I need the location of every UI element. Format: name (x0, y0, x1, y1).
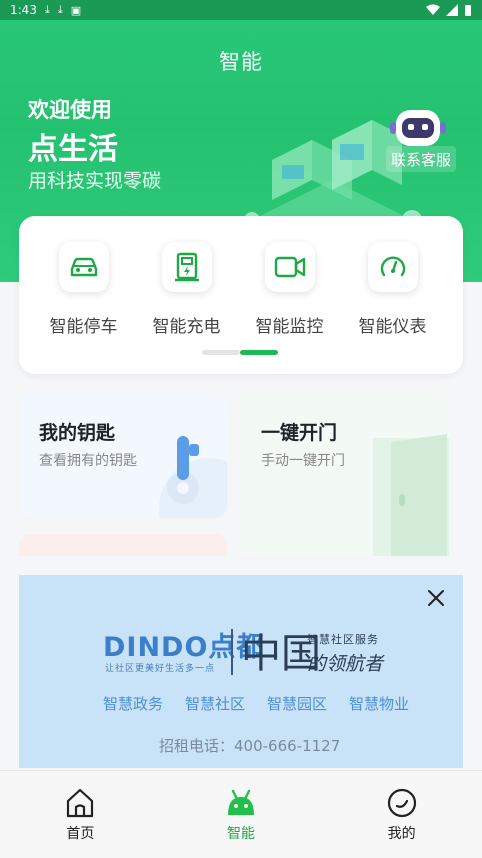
open-door-title: 一键开门 (261, 422, 338, 444)
key-icon (159, 436, 227, 518)
nav-profile-label: 我的 (387, 826, 416, 842)
download-icon: ⤓ (44, 3, 50, 16)
smart-features-card: 智能停车 智能充电 智能监控 智能仪表 (19, 216, 463, 374)
ad-service-links: 智慧政务 智慧社区 智慧园区 智慧物业 (103, 693, 409, 714)
hero-slogan: 用科技实现零碳 (28, 170, 162, 192)
nav-home-label: 首页 (66, 826, 95, 842)
android-robot-icon (228, 789, 254, 815)
feature-smart-charging[interactable]: 智能充电 (135, 242, 238, 337)
hero-welcome: 欢迎使用 (28, 98, 112, 122)
ad-phone: 招租电话：400-666-1127 (159, 737, 341, 755)
charging-station-icon (161, 242, 212, 292)
page-indicator (202, 350, 278, 355)
download-icon: ⤓ (57, 3, 63, 16)
feature-smart-meter[interactable]: 智能仪表 (341, 242, 444, 337)
battery-icon (465, 4, 471, 16)
contact-service-button[interactable]: 联系客服 (386, 146, 456, 172)
open-door-card[interactable]: 一键开门 手动一键开门 (241, 392, 449, 556)
my-keys-subtitle: 查看拥有的钥匙 (39, 453, 137, 469)
door-icon (373, 434, 449, 556)
nav-home[interactable]: 首页 (0, 771, 161, 858)
home-icon (67, 788, 94, 818)
feature-label: 智能充电 (152, 317, 221, 337)
ad-link: 智慧园区 (267, 695, 328, 713)
signal-icon (446, 4, 458, 16)
feature-label: 智能监控 (255, 317, 324, 337)
ad-divider (231, 629, 233, 675)
ad-brand-subtitle: 让社区更美好生活多一点 (105, 664, 216, 674)
feature-smart-parking[interactable]: 智能停车 (32, 242, 135, 337)
hero-brand: 点生活 (28, 132, 118, 167)
car-icon (58, 242, 109, 292)
page-indicator-inactive (202, 350, 240, 355)
clock: 1:43 (10, 3, 37, 17)
nav-profile[interactable]: 我的 (321, 771, 482, 858)
page-title: 智能 (219, 50, 263, 74)
profile-smile-icon (387, 788, 416, 818)
status-bar: 1:43 ⤓ ⤓ ▣ (0, 0, 482, 20)
feature-smart-monitoring[interactable]: 智能监控 (238, 242, 341, 337)
my-keys-card[interactable]: 我的钥匙 查看拥有的钥匙 (19, 392, 227, 518)
ad-link: 智慧政务 (103, 695, 164, 713)
ad-banner[interactable]: DINDO点都 让社区更美好生活多一点 中国 智慧社区服务 的领航者 智慧政务 … (19, 575, 463, 768)
bottom-nav: 首页 智能 我的 (0, 770, 482, 858)
feature-label: 智能停车 (49, 317, 118, 337)
gauge-icon (367, 242, 418, 292)
page-indicator-active (240, 350, 278, 355)
nav-smart-label: 智能 (227, 826, 255, 842)
ad-link: 智慧物业 (349, 695, 410, 713)
feature-label: 智能仪表 (358, 317, 427, 337)
my-keys-title: 我的钥匙 (39, 422, 116, 444)
partial-card-strip (19, 534, 227, 556)
ad-tagline-top: 智慧社区服务 (307, 633, 379, 646)
notification-icon: ▣ (70, 3, 82, 17)
video-camera-icon (264, 242, 315, 292)
ad-link: 智慧社区 (185, 695, 246, 713)
nav-smart[interactable]: 智能 (161, 771, 322, 858)
close-icon[interactable] (425, 587, 447, 609)
wifi-icon (426, 4, 440, 15)
ad-tagline-bottom: 的领航者 (307, 653, 384, 675)
open-door-subtitle: 手动一键开门 (261, 453, 345, 469)
